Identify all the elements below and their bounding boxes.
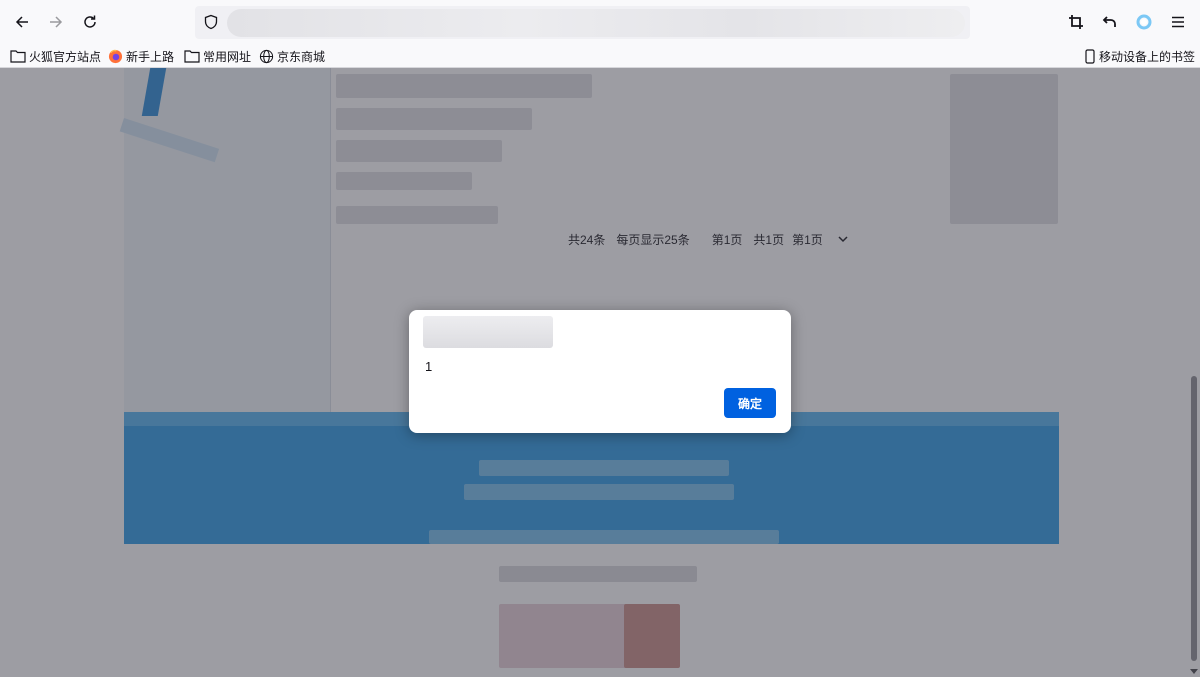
bookmark-label: 京东商城 [277,49,326,64]
crop-icon [1069,15,1083,29]
firefox-icon [107,48,123,64]
dialog-message: 1 [425,359,433,374]
forward-button[interactable] [42,8,70,36]
undo-arrow-icon [1102,16,1116,27]
account-button[interactable] [1130,8,1158,36]
back-arrow-icon [15,16,28,28]
back-button[interactable] [8,8,36,36]
undo-button[interactable] [1096,8,1124,36]
bookmark-label: 常用网址 [203,49,252,64]
redacted-dialog-title [423,316,553,348]
bookmark-firefox-official[interactable]: 火狐官方站点 [10,46,101,66]
redacted-url-blur [227,9,965,37]
globe-icon [258,48,274,64]
bookmark-jd-mall[interactable]: 京东商城 [258,46,325,66]
reload-button[interactable] [76,8,104,36]
bookmark-label: 新手上路 [126,49,175,64]
reload-icon [84,15,96,28]
folder-icon [10,48,26,64]
bookmark-label: 火狐官方站点 [29,49,102,64]
app-menu-button[interactable] [1164,8,1192,36]
bookmark-label: 移动设备上的书签 [1099,49,1196,64]
ok-button[interactable]: 确定 [724,388,776,418]
folder-icon [184,48,200,64]
address-bar[interactable] [195,6,970,39]
tracking-protection-shield-icon[interactable] [201,12,221,32]
bookmark-common-sites[interactable]: 常用网址 [184,46,251,66]
alert-dialog: 1 确定 [409,310,791,433]
mobile-bookmarks-folder[interactable]: 移动设备上的书签 [1084,46,1195,66]
navigation-toolbar [0,0,1200,44]
account-ring-icon [1136,14,1152,30]
screenshot-button[interactable] [1062,8,1090,36]
bookmark-getting-started[interactable]: 新手上路 [107,46,174,66]
mobile-icon [1084,48,1096,64]
browser-chrome: 火狐官方站点 新手上路 常用网址 京东商城 移动设备上的书签 [0,0,1200,68]
hamburger-menu-icon [1172,16,1184,28]
bookmarks-toolbar: 火狐官方站点 新手上路 常用网址 京东商城 移动设备上的书签 [0,44,1200,68]
forward-arrow-icon [50,16,63,28]
